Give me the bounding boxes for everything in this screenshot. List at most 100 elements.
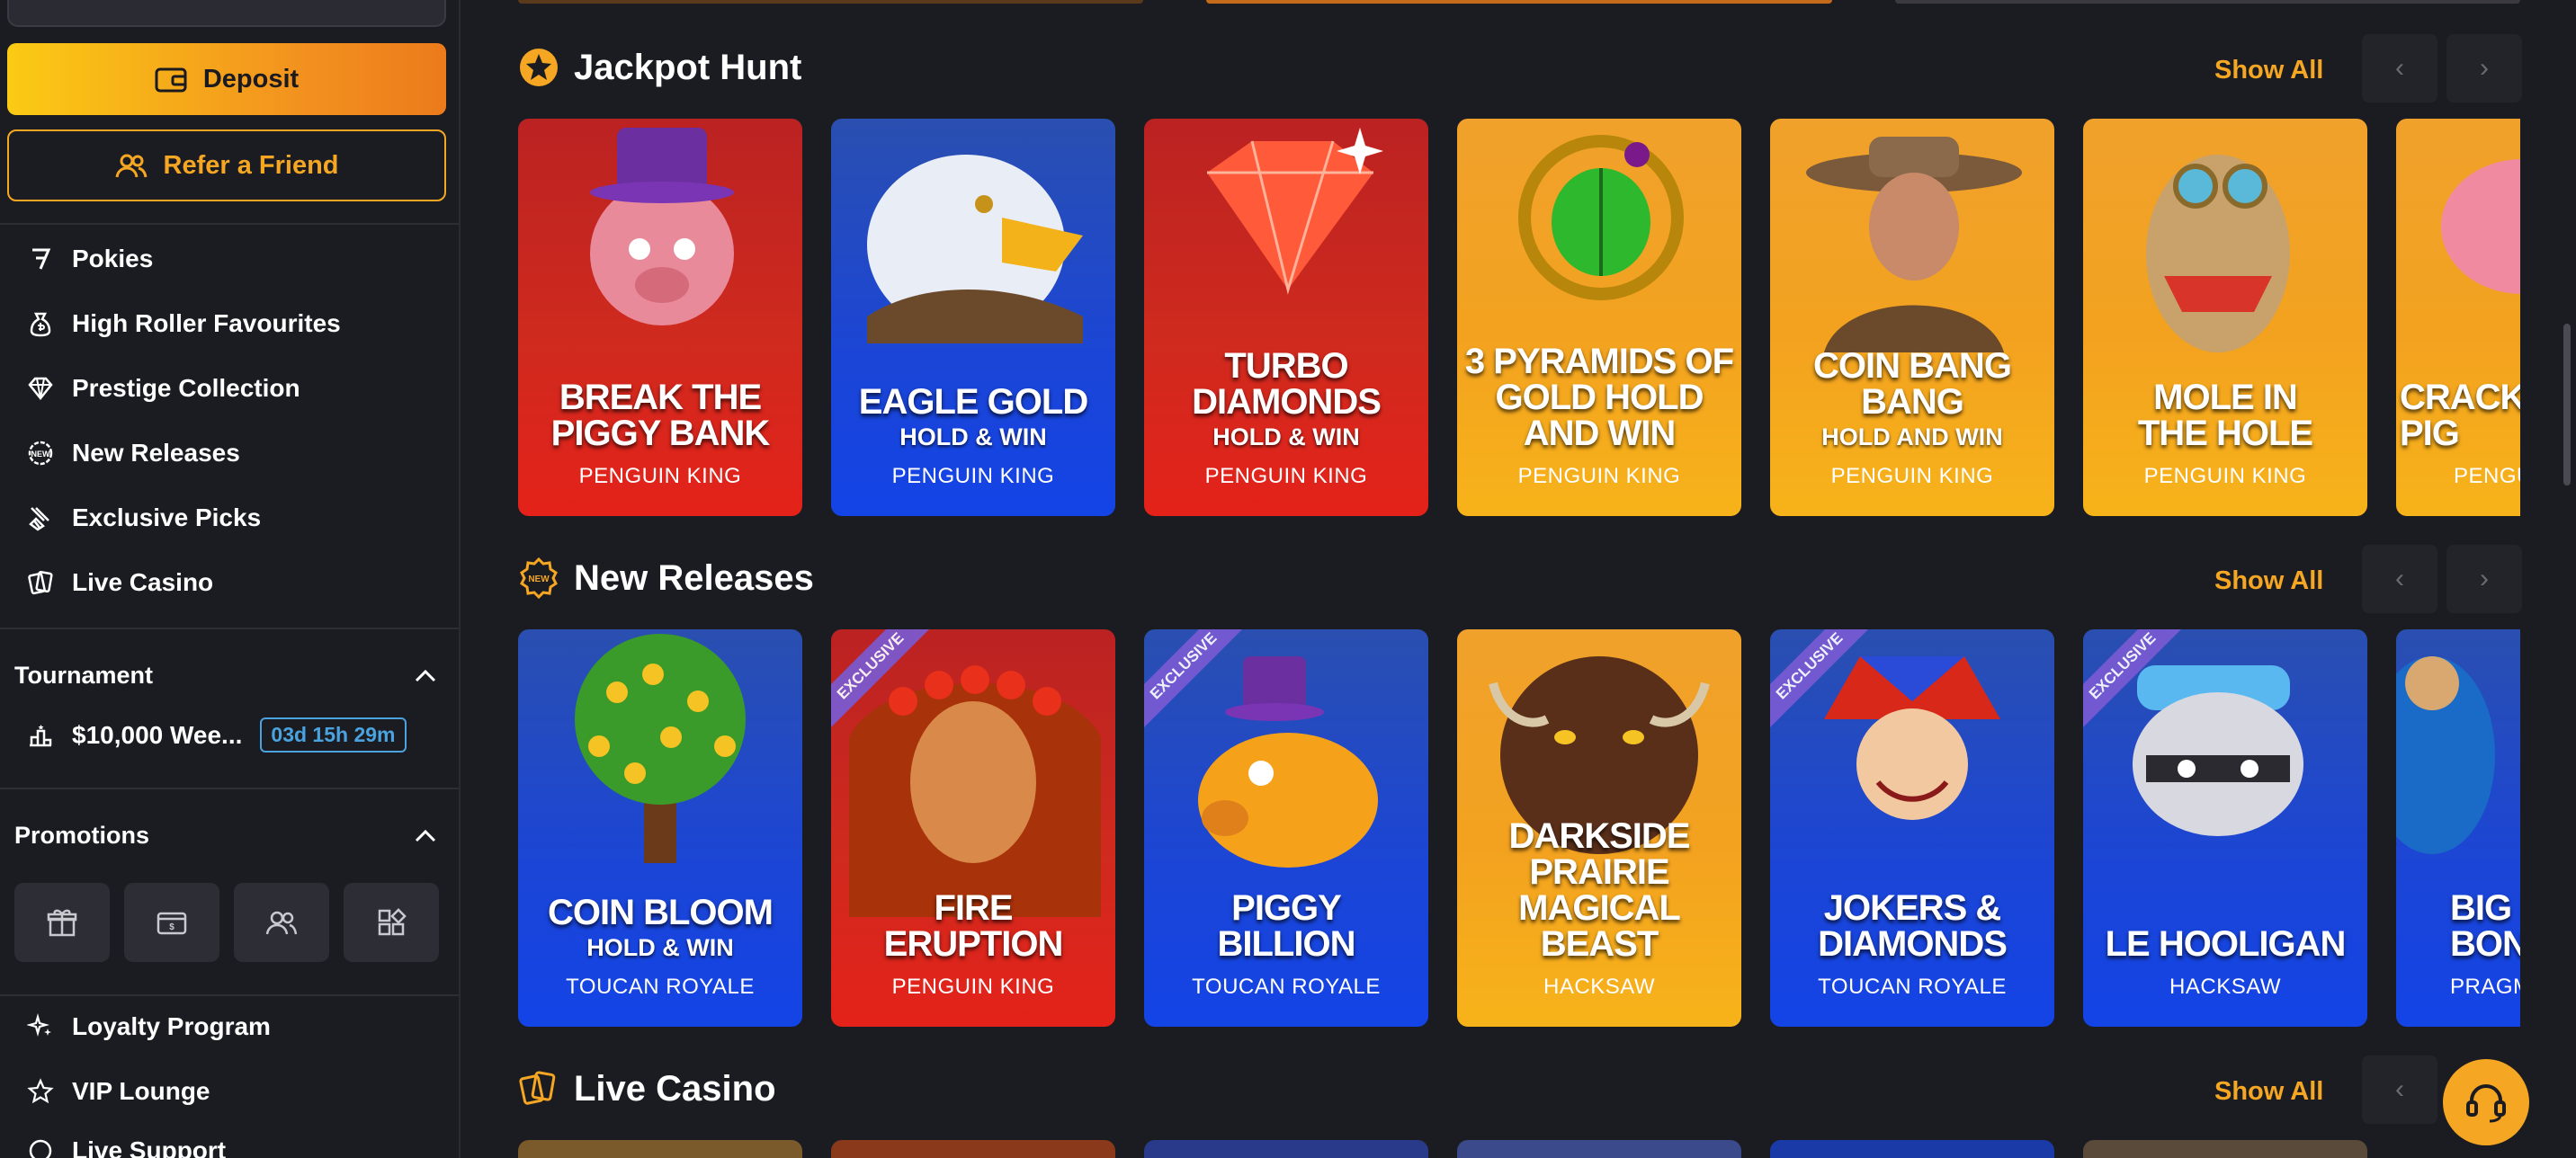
nav-item-vip[interactable]: VIP Lounge <box>27 1068 210 1115</box>
money-bag-icon <box>30 312 51 337</box>
nav-item-live-support[interactable]: Live Support <box>27 1127 226 1158</box>
section-title-live-casino: Live Casino <box>518 1068 776 1109</box>
nav-item-exclusive[interactable]: Exclusive Picks <box>27 494 261 541</box>
promo-users-button[interactable] <box>234 883 329 962</box>
game-card[interactable]: EXCLUSIVE PIGGY BILLION TOUCAN ROYALE <box>1144 629 1428 1027</box>
game-provider: PENGUIN KING <box>2143 464 2307 488</box>
promotions-header[interactable]: Promotions <box>14 822 437 850</box>
game-title: 3 PYRAMIDS OF GOLD HOLD AND WIN <box>1464 342 1734 453</box>
tournament-timer: 03d 15h 29m <box>260 717 407 753</box>
game-card[interactable]: BREAK THE PIGGY BANK PENGUIN KING <box>518 119 802 516</box>
game-art-raccoon <box>2133 665 2303 836</box>
nav-label: New Releases <box>72 439 240 467</box>
deposit-button[interactable]: Deposit <box>7 43 446 115</box>
nav-item-high-roller[interactable]: High Roller Favourites <box>27 300 341 347</box>
game-card[interactable]: COIN BANG BANG HOLD AND WIN PENGUIN KING <box>1770 119 2054 516</box>
game-provider: TOUCAN ROYALE <box>1192 975 1381 999</box>
game-title: BREAK THE PIGGY BANK <box>550 378 771 453</box>
refer-friend-button[interactable]: Refer a Friend <box>7 129 446 201</box>
game-card[interactable]: EAGLE GOLD HOLD & WIN PENGUIN KING <box>831 119 1115 516</box>
new-badge-icon: NEW <box>520 557 558 599</box>
live-casino-prev-button[interactable]: ‹ <box>2362 1056 2437 1124</box>
wallet-icon <box>155 67 187 93</box>
promo-wallet-button[interactable]: $ <box>124 883 219 962</box>
jackpot-title: Jackpot Hunt <box>574 47 802 87</box>
game-title: JOKERS & DIAMONDS <box>1818 888 2008 964</box>
nav-item-live-casino[interactable]: Live Casino <box>27 559 213 606</box>
game-art-scarab <box>1518 135 1684 300</box>
nav-item-loyalty[interactable]: Loyalty Program <box>27 1003 271 1050</box>
new-releases-prev-button[interactable]: ‹ <box>2362 545 2437 613</box>
grid-icon <box>378 908 407 936</box>
jackpot-prev-button[interactable]: ‹ <box>2362 34 2437 102</box>
nav-label: Exclusive Picks <box>72 503 262 531</box>
exclusive-icon <box>29 507 49 531</box>
game-provider: PENGUIN KING <box>2454 464 2520 488</box>
game-card[interactable]: 3 PYRAMIDS OF GOLD HOLD AND WIN PENGUIN … <box>1457 119 1741 516</box>
game-art-eagle <box>867 155 1083 343</box>
game-card[interactable]: BIG FOOT BONUS PRAGMATIC <box>2396 629 2520 1027</box>
game-art-cowboy <box>1806 137 2022 352</box>
nav-label: Live Casino <box>72 568 214 596</box>
game-subtitle: HOLD AND WIN <box>1821 423 2003 450</box>
chevron-up-icon <box>415 669 436 681</box>
wallet-icon: $ <box>157 912 187 935</box>
new-releases-carousel: COIN BLOOM HOLD & WIN TOUCAN ROYALE EXCL… <box>518 629 2520 1027</box>
game-card[interactable]: EXCLUSIVE LE HOOLIGAN HACKSAW <box>2083 629 2367 1027</box>
game-title: TURBO DIAMONDS <box>1192 346 1382 422</box>
tournament-item[interactable]: $10,000 Wee... 03d 15h 29m <box>27 717 407 753</box>
tournament-header[interactable]: Tournament <box>14 662 437 690</box>
nav-label: Prestige Collection <box>72 374 300 402</box>
jackpot-carousel: BREAK THE PIGGY BANK PENGUIN KING EAGLE … <box>518 119 2520 516</box>
game-card[interactable]: TURBO DIAMONDS HOLD & WIN PENGUIN KING <box>1144 119 1428 516</box>
promo-gift-button[interactable] <box>14 883 110 962</box>
chevron-right-icon: › <box>2480 564 2489 593</box>
jackpot-next-button[interactable]: › <box>2446 34 2522 102</box>
svg-text:NEW: NEW <box>31 450 51 459</box>
game-title: COIN BANG BANG <box>1813 346 2012 422</box>
svg-text:NEW: NEW <box>528 575 550 584</box>
scrollbar-thumb[interactable] <box>2563 324 2571 485</box>
game-card[interactable] <box>1457 1140 1741 1158</box>
game-provider: PENGUIN KING <box>891 464 1055 488</box>
game-provider: PENGUIN KING <box>578 464 742 488</box>
new-releases-title: New Releases <box>574 557 814 598</box>
game-art-mole <box>2146 155 2290 352</box>
new-releases-next-button[interactable]: › <box>2446 545 2522 613</box>
new-releases-show-all-link[interactable]: Show All <box>2214 566 2323 596</box>
game-card[interactable] <box>518 1140 802 1158</box>
game-title: LE HOOLIGAN <box>2105 924 2347 964</box>
chevron-left-icon: ‹ <box>2395 53 2404 83</box>
users-icon <box>115 154 147 178</box>
live-casino-show-all-link[interactable]: Show All <box>2214 1077 2323 1107</box>
jackpot-show-all-link[interactable]: Show All <box>2214 56 2323 85</box>
game-card[interactable]: CRACK THE PIG PENGUIN KING <box>2396 119 2520 516</box>
divider <box>0 788 459 789</box>
game-card[interactable] <box>2083 1140 2367 1158</box>
game-art-piggy-bank <box>2441 159 2520 294</box>
main-content: Jackpot Hunt Show All ‹ › BREAK THE PIGG… <box>462 0 2576 1158</box>
game-provider: TOUCAN ROYALE <box>566 975 755 999</box>
promo-grid-button[interactable] <box>344 883 439 962</box>
game-card[interactable]: EXCLUSIVE FIRE ERUPTION PENGUIN KING <box>831 629 1115 1027</box>
game-provider: HACKSAW <box>1543 975 1655 999</box>
search-input[interactable] <box>7 0 446 27</box>
chevron-up-icon <box>415 829 436 842</box>
game-card[interactable] <box>1144 1140 1428 1158</box>
tournament-label: $10,000 Wee... <box>72 720 243 749</box>
game-card[interactable]: DARKSIDE PRAIRIE MAGICAL BEAST HACKSAW <box>1457 629 1741 1027</box>
game-card[interactable]: COIN BLOOM HOLD & WIN TOUCAN ROYALE <box>518 629 802 1027</box>
game-card[interactable] <box>831 1140 1115 1158</box>
game-card[interactable]: EXCLUSIVE JOKERS & DIAMONDS TOUCAN ROYAL… <box>1770 629 2054 1027</box>
nav-label: High Roller Favourites <box>72 309 341 337</box>
game-card[interactable]: MOLE IN THE HOLE PENGUIN KING <box>2083 119 2367 516</box>
nav-item-prestige[interactable]: Prestige Collection <box>27 365 300 412</box>
sidebar: Deposit Refer a Friend Pokies High Rolle… <box>0 0 461 1158</box>
game-card[interactable] <box>1770 1140 2054 1158</box>
nav-item-pokies[interactable]: Pokies <box>27 236 153 282</box>
game-art-tree <box>575 634 746 863</box>
previous-row-peek <box>518 0 2520 4</box>
nav-item-new-releases[interactable]: NEW New Releases <box>27 430 240 477</box>
live-support-button[interactable] <box>2443 1059 2529 1145</box>
chevron-left-icon: ‹ <box>2395 564 2404 593</box>
